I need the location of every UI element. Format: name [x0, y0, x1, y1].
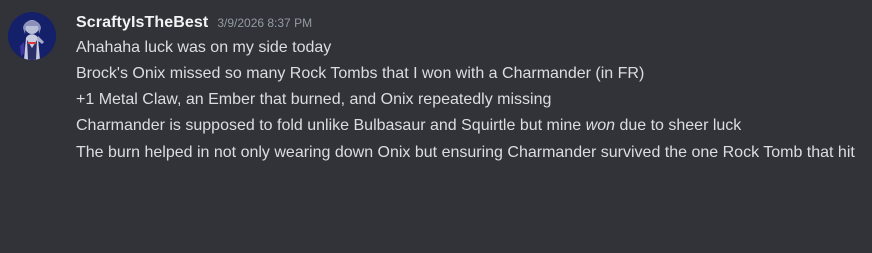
message-line-4-before: Charmander is supposed to fold unlike Bu… — [76, 117, 586, 134]
username[interactable]: ScraftyIsTheBest — [76, 12, 208, 34]
message-line-5: The burn helped in not only wearing down… — [76, 144, 855, 161]
chat-message: ScraftyIsTheBest 3/9/2026 8:37 PM Ahahah… — [0, 0, 872, 253]
message-line-1: Ahahaha luck was on my side today — [76, 39, 332, 56]
message-line-4: Charmander is supposed to fold unlike Bu… — [76, 114, 862, 138]
message-content: Ahahaha luck was on my side today Brock'… — [76, 36, 862, 165]
message-line-3: +1 Metal Claw, an Ember that burned, and… — [76, 91, 552, 108]
message-line-4-emphasis: won — [585, 117, 615, 134]
avatar[interactable] — [8, 12, 56, 60]
message-header: ScraftyIsTheBest 3/9/2026 8:37 PM — [76, 12, 872, 34]
message-line-2: Brock's Onix missed so many Rock Tombs t… — [76, 65, 645, 82]
timestamp[interactable]: 3/9/2026 8:37 PM — [217, 12, 312, 34]
anime-character-avatar-icon — [8, 12, 56, 60]
message-line-4-after: due to sheer luck — [615, 117, 742, 134]
